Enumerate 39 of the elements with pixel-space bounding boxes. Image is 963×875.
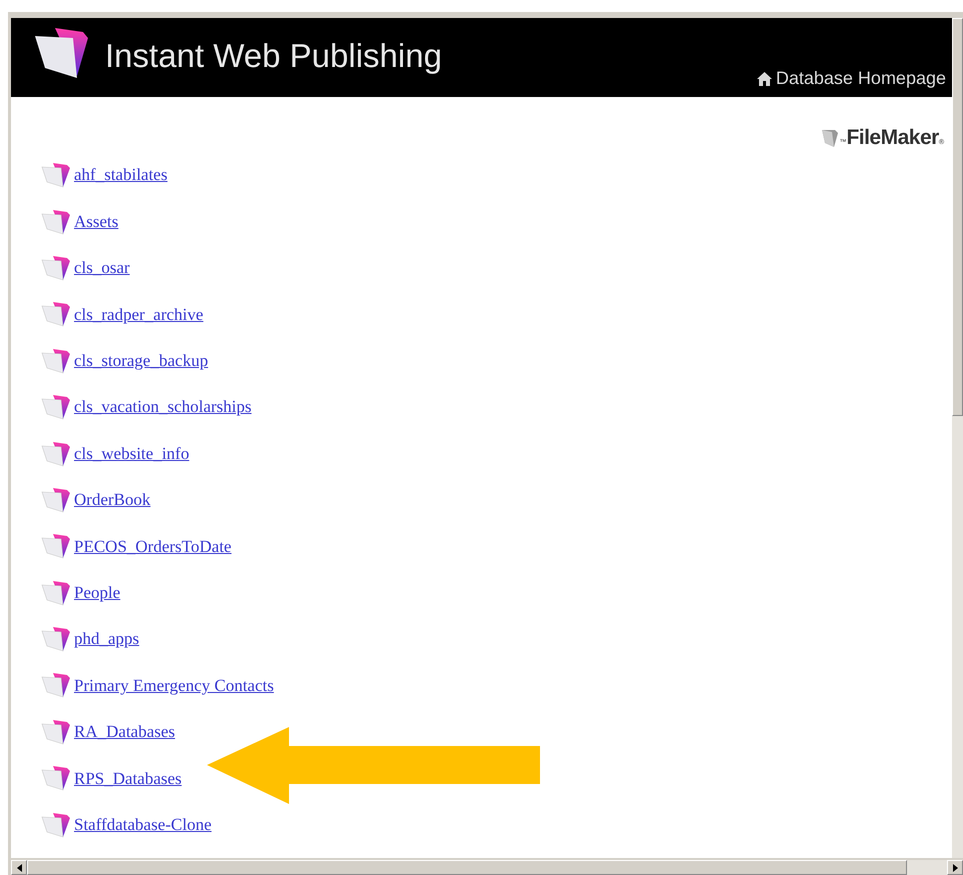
- folder-icon: [41, 440, 71, 467]
- folder-icon: [41, 765, 71, 792]
- folder-icon: [41, 348, 71, 374]
- database-link[interactable]: RPS_Databases: [74, 766, 182, 792]
- database-link[interactable]: cls_website_info: [74, 440, 190, 466]
- database-link[interactable]: cls_radper_archive: [74, 302, 204, 328]
- database-link[interactable]: Primary Emergency Contacts: [74, 672, 274, 698]
- vertical-scrollbar[interactable]: [952, 18, 963, 858]
- folder-icon: [41, 533, 71, 560]
- folder-icon: [41, 162, 71, 188]
- folder-icon: [41, 812, 71, 838]
- folder-icon: [41, 208, 71, 235]
- folder-logo-icon: [821, 128, 840, 148]
- folder-icon: [41, 626, 71, 652]
- database-link[interactable]: cls_osar: [74, 255, 130, 281]
- database-link[interactable]: Assets: [74, 208, 118, 234]
- logo-text: FileMaker: [846, 127, 939, 148]
- folder-icon: [41, 301, 71, 328]
- folder-icon: [41, 486, 71, 513]
- database-link[interactable]: cls_storage_backup: [74, 348, 208, 374]
- folder-icon: [41, 580, 71, 606]
- folder-icon: [41, 718, 71, 745]
- horizontal-scrollbar[interactable]: [11, 858, 963, 875]
- folder-icon: [41, 672, 71, 698]
- folder-icon: [41, 394, 71, 420]
- database-link[interactable]: phd_apps: [74, 626, 140, 652]
- database-link[interactable]: Staffdatabase-Clone: [74, 812, 212, 838]
- scroll-left-icon[interactable]: [16, 864, 22, 872]
- scroll-right-icon[interactable]: [952, 864, 958, 872]
- database-homepage-link[interactable]: Database Homepage: [756, 65, 946, 92]
- database-link[interactable]: RA_Databases: [74, 719, 176, 745]
- database-link[interactable]: PECOS_OrdersToDate: [74, 534, 232, 560]
- database-link[interactable]: OrderBook: [74, 487, 150, 513]
- database-link[interactable]: People: [74, 580, 120, 606]
- folder-icon: [41, 254, 71, 281]
- database-link[interactable]: ahf_stabilates: [74, 162, 168, 188]
- home-icon: [756, 70, 773, 86]
- database-link[interactable]: cls_vacation_scholarships: [74, 394, 252, 420]
- page-title: Instant Web Publishing: [105, 36, 442, 76]
